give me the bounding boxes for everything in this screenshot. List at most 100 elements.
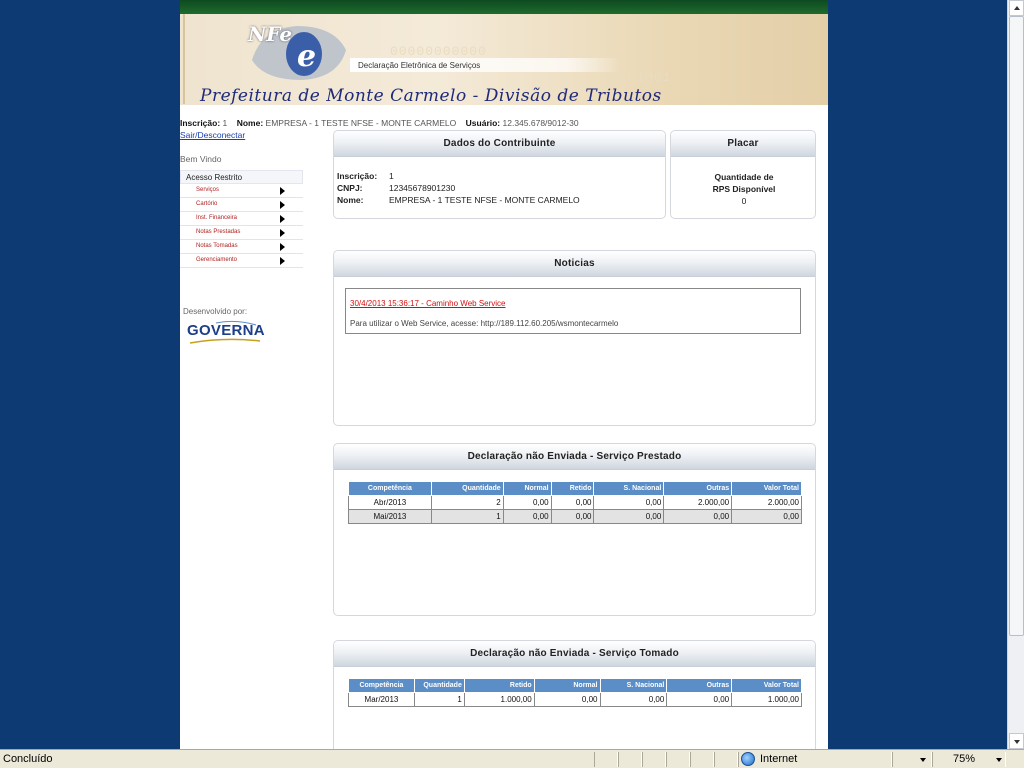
status-cell bbox=[666, 752, 690, 767]
table-cell: 0,00 bbox=[663, 509, 733, 524]
arrow-right-icon bbox=[280, 187, 285, 195]
status-cell bbox=[642, 752, 666, 767]
cnpj-value: 12345678901230 bbox=[389, 183, 456, 193]
news-item: 30/4/2013 15:36:17 - Caminho Web Service… bbox=[345, 288, 801, 334]
table-cell: 0,00 bbox=[731, 509, 802, 524]
scroll-up-icon[interactable] bbox=[1009, 0, 1024, 16]
placar-value: 0 bbox=[741, 196, 747, 206]
governa-logo[interactable]: GOVERNA bbox=[187, 322, 265, 339]
table-row[interactable]: Mai/2013 1 0,00 0,00 0,00 0,00 0,00 bbox=[348, 509, 802, 524]
protected-mode-cell[interactable] bbox=[892, 752, 932, 767]
table-cell: 1.000,00 bbox=[731, 692, 802, 707]
column-header[interactable]: Retido bbox=[463, 678, 535, 693]
table-cell: 0,00 bbox=[666, 692, 733, 707]
sidebar-item-notas-tomadas[interactable]: Notas Tomadas bbox=[180, 240, 303, 254]
cnpj-label: CNPJ: bbox=[337, 183, 363, 193]
prestado-panel: Declaração não Enviada - Serviço Prestad… bbox=[333, 443, 816, 616]
tomado-panel: Declaração não Enviada - Serviço Tomado … bbox=[333, 640, 816, 749]
user-info-line: Inscrição: 1 Nome: EMPRESA - 1 TESTE NFS… bbox=[180, 118, 579, 128]
noticias-panel: Noticias 30/4/2013 15:36:17 - Caminho We… bbox=[333, 250, 816, 426]
column-header[interactable]: Outras bbox=[666, 678, 733, 693]
column-header[interactable]: Competência bbox=[348, 481, 432, 496]
table-cell: Mai/2013 bbox=[348, 509, 432, 524]
status-cell bbox=[714, 752, 738, 767]
table-cell: 0,00 bbox=[550, 509, 595, 524]
column-header[interactable]: Valor Total bbox=[731, 678, 802, 693]
sidebar-item-inst-financeira[interactable]: Inst. Financeira bbox=[180, 212, 303, 226]
contribuinte-nome: Nome: EMPRESA - 1 TESTE NFSE - MONTE CARM… bbox=[337, 195, 580, 205]
banner-green-bar bbox=[180, 0, 828, 14]
vertical-scrollbar[interactable] bbox=[1007, 0, 1024, 749]
inscricao-value: 1 bbox=[389, 171, 394, 181]
welcome-text: Bem Vindo bbox=[180, 154, 222, 164]
table-cell: 1 bbox=[413, 692, 465, 707]
prestado-title: Declaração não Enviada - Serviço Prestad… bbox=[334, 444, 815, 470]
news-link[interactable]: 30/4/2013 15:36:17 - Caminho Web Service bbox=[350, 299, 506, 308]
sidebar-item-gerenciamento[interactable]: Gerenciamento bbox=[180, 254, 303, 268]
usuario-label: Usuário: bbox=[465, 118, 501, 128]
scroll-down-icon[interactable] bbox=[1009, 733, 1024, 749]
table-cell: 1 bbox=[430, 509, 504, 524]
contribuinte-inscricao: Inscrição: 1 bbox=[337, 171, 394, 181]
nome-value: EMPRESA - 1 TESTE NFSE - MONTE CARMELO bbox=[389, 195, 580, 205]
sidebar-item-cartorio[interactable]: Cartório bbox=[180, 198, 303, 212]
sidebar-item-label: Gerenciamento bbox=[196, 257, 238, 263]
nome-value: EMPRESA - 1 TESTE NFSE - MONTE CARMELO bbox=[265, 118, 457, 128]
status-cell bbox=[618, 752, 642, 767]
dropdown-icon[interactable] bbox=[920, 758, 926, 762]
column-header[interactable]: S. Nacional bbox=[599, 678, 668, 693]
column-header[interactable]: S. Nacional bbox=[593, 481, 665, 496]
zoom-dropdown-icon[interactable] bbox=[996, 758, 1002, 762]
table-cell: 0,00 bbox=[599, 692, 668, 707]
status-cell bbox=[690, 752, 714, 767]
security-zone: Internet bbox=[760, 753, 798, 765]
banner-divider bbox=[183, 14, 185, 104]
table-cell: 0,00 bbox=[533, 692, 601, 707]
page-title: Prefeitura de Monte Carmelo - Divisão de… bbox=[200, 86, 662, 105]
usuario-value: 12.345.678/9012-30 bbox=[502, 118, 579, 128]
table-cell: 2.000,00 bbox=[731, 495, 802, 510]
column-header[interactable]: Valor Total bbox=[731, 481, 802, 496]
table-cell: 0,00 bbox=[502, 509, 552, 524]
table-row[interactable]: Mar/2013 1 1.000,00 0,00 0,00 0,00 1.000… bbox=[348, 692, 802, 707]
contribuinte-title: Dados do Contribuinte bbox=[334, 131, 665, 157]
inscricao-label: Inscrição: bbox=[180, 118, 221, 128]
sidebar-item-label: Serviços bbox=[196, 187, 220, 193]
status-text: Concluído bbox=[3, 753, 53, 765]
logout-link[interactable]: Sair/Desconectar bbox=[180, 130, 245, 140]
scroll-thumb[interactable] bbox=[1009, 16, 1024, 636]
contribuinte-cnpj: CNPJ: 12345678901230 bbox=[337, 183, 455, 193]
column-header[interactable]: Quantidade bbox=[430, 481, 504, 496]
column-header[interactable]: Normal bbox=[533, 678, 601, 693]
banner-digits-2: 0101001 bbox=[610, 70, 672, 85]
placar-panel: Placar Quantidade de RPS Disponível 0 bbox=[670, 130, 816, 219]
column-header[interactable]: Competência bbox=[348, 678, 415, 693]
nfe-logo-text: NFe bbox=[248, 22, 293, 46]
developed-by-label: Desenvolvido por: bbox=[183, 307, 248, 316]
sidebar-item-servicos[interactable]: Serviços bbox=[180, 184, 303, 198]
inscricao-label: Inscrição: bbox=[337, 171, 378, 181]
column-header[interactable]: Retido bbox=[550, 481, 595, 496]
table-row[interactable]: Abr/2013 2 0,00 0,00 0,00 2.000,00 2.000… bbox=[348, 495, 802, 510]
arrow-right-icon bbox=[280, 215, 285, 223]
table-cell: 0,00 bbox=[593, 495, 665, 510]
table-cell: 0,00 bbox=[502, 495, 552, 510]
tomado-title: Declaração não Enviada - Serviço Tomado bbox=[334, 641, 815, 667]
table-cell: 2 bbox=[430, 495, 504, 510]
table-cell: 2.000,00 bbox=[663, 495, 733, 510]
placar-label-2: RPS Disponível bbox=[712, 184, 776, 194]
placar-title: Placar bbox=[671, 131, 815, 157]
sidebar-item-label: Notas Tomadas bbox=[196, 243, 238, 249]
menu-header: Acesso Restrito bbox=[180, 170, 303, 184]
tomado-table: Competência Quantidade Retido Normal S. … bbox=[348, 678, 802, 707]
sidebar-item-label: Notas Prestadas bbox=[196, 229, 241, 235]
sidebar-item-notas-prestadas[interactable]: Notas Prestadas bbox=[180, 226, 303, 240]
column-header[interactable]: Outras bbox=[663, 481, 733, 496]
globe-icon bbox=[741, 752, 755, 766]
prestado-table: Competência Quantidade Normal Retido S. … bbox=[348, 481, 802, 524]
svg-text:e: e bbox=[297, 39, 316, 74]
column-header[interactable]: Quantidade bbox=[413, 678, 465, 693]
news-text: Para utilizar o Web Service, acesse: htt… bbox=[350, 319, 619, 328]
zoom-level[interactable]: 75% bbox=[953, 753, 975, 765]
column-header[interactable]: Normal bbox=[502, 481, 552, 496]
